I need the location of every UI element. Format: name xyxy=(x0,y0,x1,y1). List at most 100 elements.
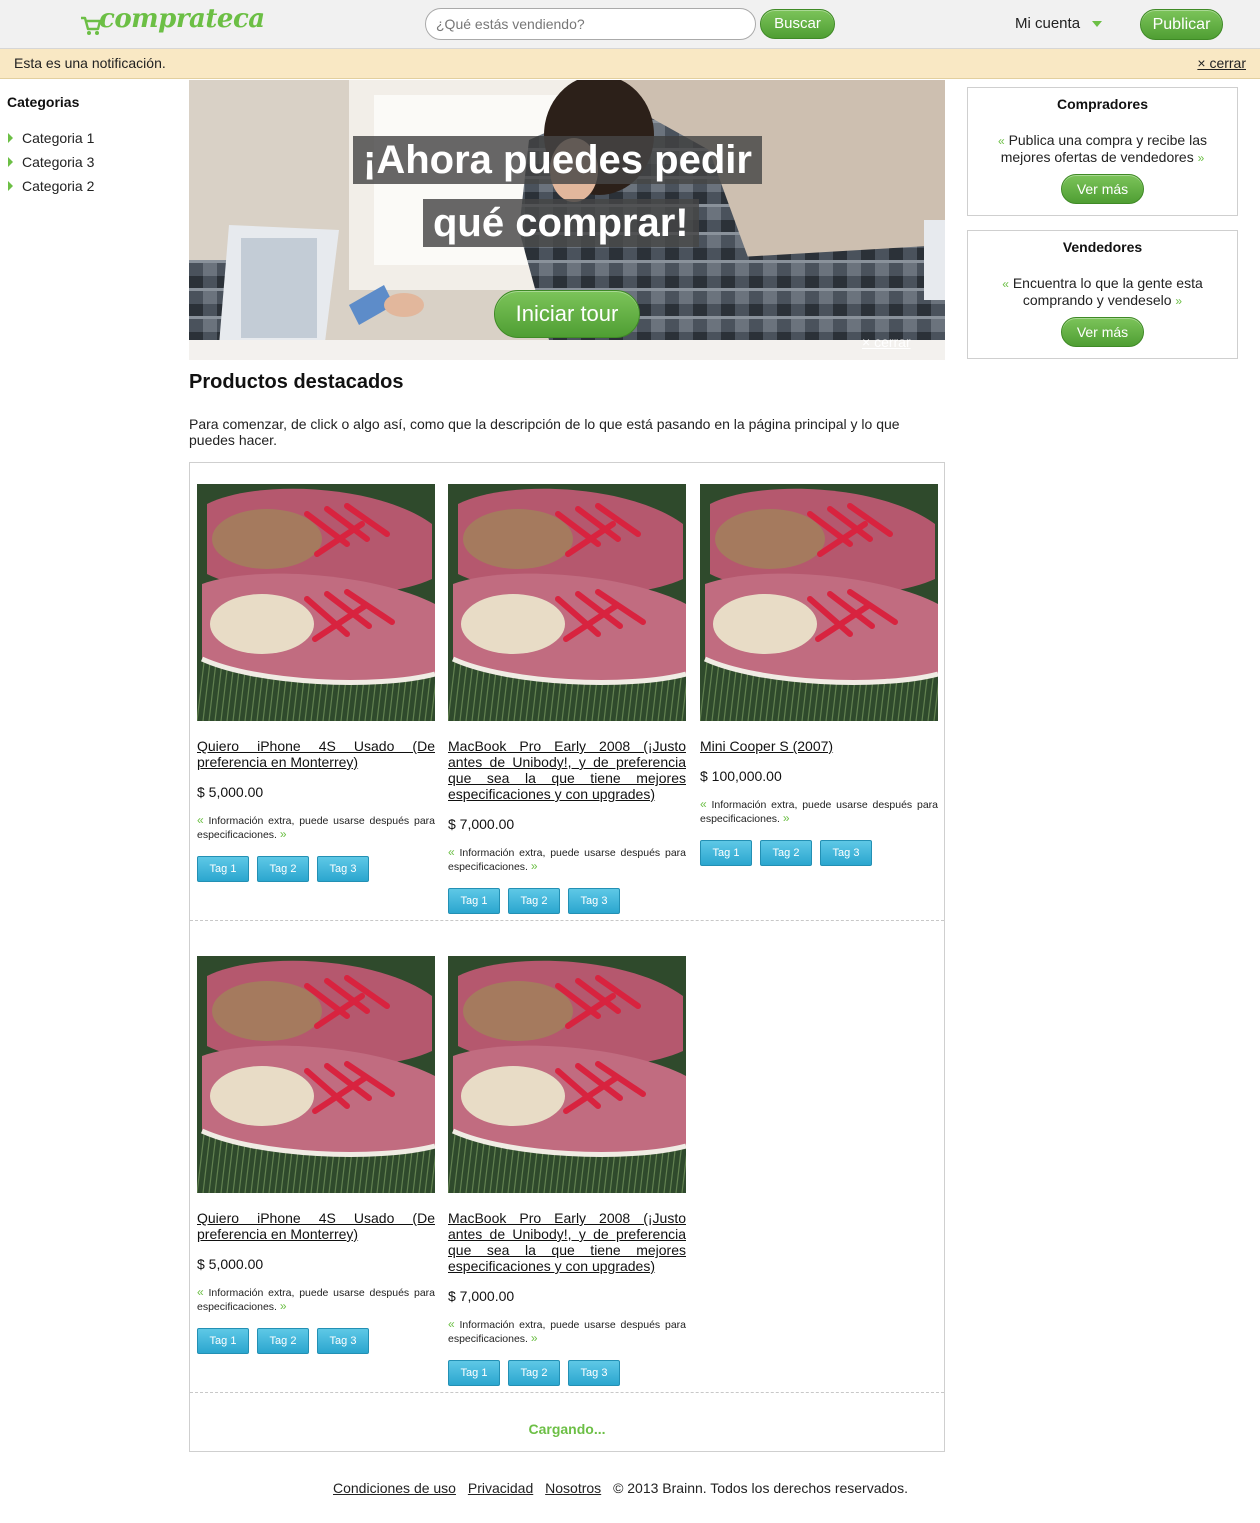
product-tag[interactable]: Tag 2 xyxy=(508,888,560,914)
open-quote: « xyxy=(1002,277,1009,291)
product-image[interactable] xyxy=(448,956,686,1193)
arrow-right-icon xyxy=(8,133,13,143)
product-info: « Información extra, puede usarse despué… xyxy=(197,814,435,842)
category-label[interactable]: Categoria 1 xyxy=(22,130,94,146)
open-quote: « xyxy=(997,134,1005,148)
product-tag[interactable]: Tag 2 xyxy=(760,840,812,866)
footer-link-privacy[interactable]: Privacidad xyxy=(468,1480,533,1496)
publish-button[interactable]: Publicar xyxy=(1140,9,1223,40)
footer-link-about[interactable]: Nosotros xyxy=(545,1480,601,1496)
search-button[interactable]: Buscar xyxy=(760,9,835,39)
product-image[interactable] xyxy=(197,956,435,1193)
sellers-title: Vendedores xyxy=(1062,239,1143,255)
category-item[interactable]: Categoria 3 xyxy=(8,150,94,174)
search-input[interactable] xyxy=(425,8,756,40)
close-quote: » xyxy=(530,859,538,873)
product-tag[interactable]: Tag 1 xyxy=(197,856,249,882)
product-tag[interactable]: Tag 3 xyxy=(820,840,872,866)
account-menu[interactable]: Mi cuenta xyxy=(1015,15,1080,32)
close-quote: » xyxy=(1175,294,1183,308)
buyers-see-more-button[interactable]: Ver más xyxy=(1061,174,1144,204)
product-tags: Tag 1 Tag 2 Tag 3 xyxy=(700,840,938,866)
product-tag[interactable]: Tag 1 xyxy=(448,1360,500,1386)
product-info-text: Información extra, puede usarse después … xyxy=(448,847,686,873)
featured-description: Para comenzar, de click o algo así, como… xyxy=(189,416,900,448)
buyers-description: Publica una compra y recibe las mejores … xyxy=(1000,132,1207,165)
product-tags: Tag 1 Tag 2 Tag 3 xyxy=(197,1328,435,1354)
footer-link-terms[interactable]: Condiciones de uso xyxy=(333,1480,456,1496)
hero-banner: ¡Ahora puedes pedir qué comprar! Iniciar… xyxy=(189,80,945,360)
product-image[interactable] xyxy=(448,484,686,721)
product-tag[interactable]: Tag 3 xyxy=(568,1360,620,1386)
close-quote: » xyxy=(279,827,287,841)
featured-title: Productos destacados xyxy=(189,371,404,393)
product-title-link[interactable]: Quiero iPhone 4S Usado (De preferencia e… xyxy=(197,738,435,770)
chevron-down-icon[interactable] xyxy=(1092,21,1102,27)
product-tag[interactable]: Tag 2 xyxy=(257,856,309,882)
open-quote: « xyxy=(197,1285,204,1299)
row-divider xyxy=(190,1392,944,1393)
product-card: Quiero iPhone 4S Usado (De preferencia e… xyxy=(197,956,435,1354)
buyers-box: Compradores « Publica una compra y recib… xyxy=(967,87,1238,216)
category-item[interactable]: Categoria 2 xyxy=(8,174,94,198)
row-divider xyxy=(190,920,944,921)
start-tour-button[interactable]: Iniciar tour xyxy=(494,290,640,338)
product-info-text: Información extra, puede usarse después … xyxy=(197,815,435,841)
hero-headline-line2: qué comprar! xyxy=(423,199,699,247)
footer: Condiciones de uso Privacidad Nosotros ©… xyxy=(333,1480,908,1496)
product-info: « Información extra, puede usarse despué… xyxy=(700,798,938,826)
category-item[interactable]: Categoria 1 xyxy=(8,126,94,150)
product-card: MacBook Pro Early 2008 (¡Justo antes de … xyxy=(448,484,686,914)
copyright: © 2013 Brainn. Todos los derechos reserv… xyxy=(613,1480,908,1496)
open-quote: « xyxy=(700,797,707,811)
close-quote: » xyxy=(1197,151,1205,165)
sellers-see-more-button[interactable]: Ver más xyxy=(1061,317,1144,347)
open-quote: « xyxy=(448,845,455,859)
product-tags: Tag 1 Tag 2 Tag 3 xyxy=(197,856,435,882)
logo[interactable]: comprateca xyxy=(99,4,265,34)
notification-close-link[interactable]: × cerrar xyxy=(1197,55,1246,71)
open-quote: « xyxy=(448,1317,455,1331)
product-price: $ 7,000.00 xyxy=(448,816,515,832)
sellers-box: Vendedores « Encuentra lo que la gente e… xyxy=(967,230,1238,359)
product-card: Quiero iPhone 4S Usado (De preferencia e… xyxy=(197,484,435,882)
buyers-text: « Publica una compra y recibe las mejore… xyxy=(988,132,1218,166)
sellers-text: « Encuentra lo que la gente esta compran… xyxy=(988,275,1218,309)
loading-indicator: Cargando... xyxy=(528,1421,606,1437)
hero-close-link[interactable]: × cerrar xyxy=(862,334,911,350)
product-title-link[interactable]: Quiero iPhone 4S Usado (De preferencia e… xyxy=(197,1210,435,1242)
product-tag[interactable]: Tag 1 xyxy=(197,1328,249,1354)
product-tag[interactable]: Tag 3 xyxy=(317,856,369,882)
product-tags: Tag 1 Tag 2 Tag 3 xyxy=(448,1360,686,1386)
product-title-link[interactable]: MacBook Pro Early 2008 (¡Justo antes de … xyxy=(448,738,686,802)
top-header: comprateca Buscar Mi cuenta Publicar xyxy=(0,0,1260,49)
arrow-right-icon xyxy=(8,157,13,167)
buyers-title: Compradores xyxy=(1056,96,1149,112)
category-label[interactable]: Categoria 3 xyxy=(22,154,94,170)
product-title-link[interactable]: MacBook Pro Early 2008 (¡Justo antes de … xyxy=(448,1210,686,1274)
product-tag[interactable]: Tag 1 xyxy=(700,840,752,866)
product-grid: Cargando... Quiero iPhone 4S Usado (De p… xyxy=(189,462,945,1452)
category-label[interactable]: Categoria 2 xyxy=(22,178,94,194)
product-tag[interactable]: Tag 3 xyxy=(568,888,620,914)
product-price: $ 5,000.00 xyxy=(197,1256,264,1272)
product-price: $ 5,000.00 xyxy=(197,784,264,800)
product-title-link[interactable]: Mini Cooper S (2007) xyxy=(700,738,938,754)
product-info-text: Información extra, puede usarse después … xyxy=(197,1287,435,1313)
product-image[interactable] xyxy=(700,484,938,721)
product-price: $ 100,000.00 xyxy=(700,768,782,784)
product-tag[interactable]: Tag 1 xyxy=(448,888,500,914)
product-info-text: Información extra, puede usarse después … xyxy=(448,1319,686,1345)
product-price: $ 7,000.00 xyxy=(448,1288,515,1304)
open-quote: « xyxy=(197,813,204,827)
product-image[interactable] xyxy=(197,484,435,721)
product-tags: Tag 1 Tag 2 Tag 3 xyxy=(448,888,686,914)
notification-text: Esta es una notificación. xyxy=(14,55,166,71)
categories-title: Categorias xyxy=(7,94,80,110)
notification-bar: Esta es una notificación. × cerrar xyxy=(0,49,1260,79)
product-tag[interactable]: Tag 3 xyxy=(317,1328,369,1354)
hero-headline-line1: ¡Ahora puedes pedir xyxy=(353,136,762,184)
product-tag[interactable]: Tag 2 xyxy=(257,1328,309,1354)
product-tag[interactable]: Tag 2 xyxy=(508,1360,560,1386)
close-quote: » xyxy=(782,811,790,825)
